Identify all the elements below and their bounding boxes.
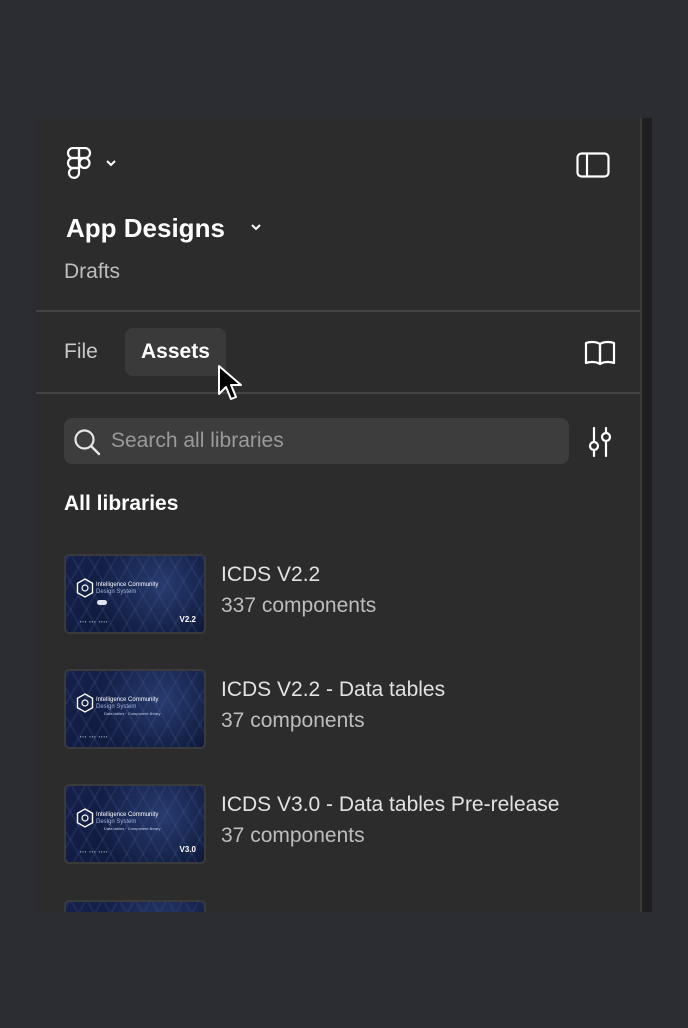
hexagon-logo-icon (76, 578, 94, 603)
divider (36, 310, 640, 312)
thumbnail-version: V2.2 (179, 615, 196, 624)
thumbnail-brand: Intelligence Community Design System (96, 582, 159, 595)
search-input[interactable]: Search all libraries (64, 418, 569, 464)
filter-sliders-icon[interactable] (586, 426, 614, 463)
sidebar-toggle-icon[interactable] (576, 152, 610, 183)
thumbnail-subtitle: Data tables · Component library (104, 826, 161, 831)
library-thumbnail: Intelligence Community Design System ▪▪▪ … (64, 554, 206, 634)
divider (36, 392, 640, 394)
thumbnail-brand: Intelligence Community Design System (96, 697, 159, 710)
library-count: 37 components (221, 709, 365, 732)
chevron-down-icon[interactable] (249, 220, 263, 239)
library-item[interactable]: Intelligence Community Design System Data… (64, 669, 624, 751)
library-count: 37 components (221, 824, 365, 847)
project-location[interactable]: Drafts (64, 260, 120, 284)
thumbnail-subtitle: Data tables · Component library (104, 711, 161, 716)
panel-resize-edge[interactable] (640, 118, 652, 912)
library-thumbnail: Intelligence Community Design System Data… (64, 669, 206, 749)
library-item[interactable] (64, 900, 624, 912)
file-title[interactable]: App Designs (66, 213, 225, 244)
section-heading: All libraries (64, 492, 179, 515)
tab-assets[interactable]: Assets (125, 328, 226, 376)
library-name: ICDS V2.2 (221, 563, 321, 586)
library-thumbnail: Intelligence Community Design System Data… (64, 784, 206, 864)
thumbnail-version: V3.0 (179, 845, 196, 854)
search-placeholder: Search all libraries (111, 429, 284, 452)
thumbnail-brand: Intelligence Community Design System (96, 812, 159, 825)
library-count: 337 components (221, 594, 377, 617)
left-sidebar-panel: App Designs Drafts File Assets Search al… (36, 118, 652, 912)
library-item[interactable]: Intelligence Community Design System Data… (64, 784, 624, 866)
chevron-down-icon[interactable] (104, 156, 118, 175)
tab-file[interactable]: File (58, 332, 104, 372)
library-name: ICDS V2.2 - Data tables (221, 678, 446, 701)
library-item[interactable]: Intelligence Community Design System ▪▪▪ … (64, 554, 624, 636)
thumbnail-footer-logos: ▪▪▪ ▪▪▪ ▪▪▪▪ (80, 734, 109, 739)
hexagon-logo-icon (76, 808, 94, 833)
thumbnail-footer-logos: ▪▪▪ ▪▪▪ ▪▪▪▪ (80, 619, 109, 624)
hexagon-logo-icon (76, 693, 94, 718)
library-book-icon[interactable] (584, 340, 616, 371)
figma-logo-icon[interactable] (66, 146, 92, 186)
library-name: ICDS V3.0 - Data tables Pre-release (221, 793, 560, 816)
search-icon (73, 428, 101, 461)
thumbnail-badge (97, 600, 107, 605)
cursor-pointer-icon (217, 364, 243, 407)
thumbnail-footer-logos: ▪▪▪ ▪▪▪ ▪▪▪▪ (80, 849, 109, 854)
library-thumbnail (64, 900, 206, 912)
